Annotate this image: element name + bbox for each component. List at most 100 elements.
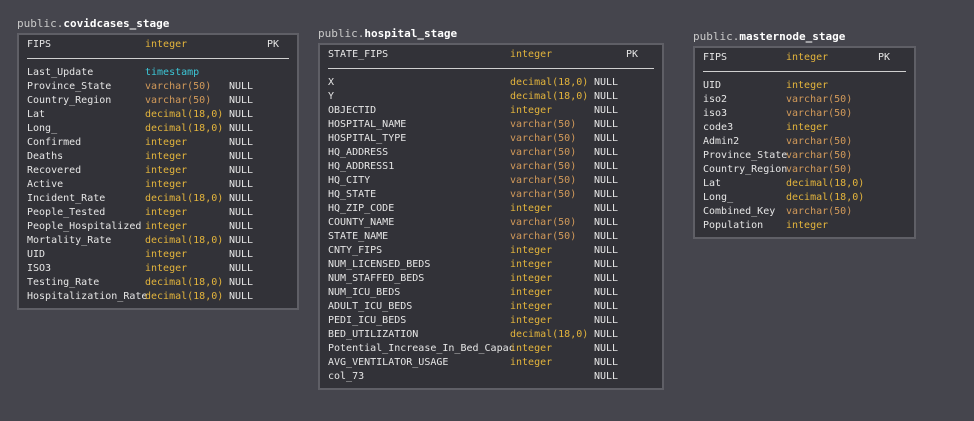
column-row[interactable]: Combined_Key varchar(50) [695, 205, 914, 219]
column-row[interactable]: Testing_Rate decimal(18,0) NULL [19, 276, 297, 290]
column-type: timestamp [145, 67, 200, 78]
table-title: public.masternode_stage [693, 30, 916, 44]
pk-flag: PK [878, 52, 891, 63]
column-row[interactable]: People_Hospitalized integer NULL [19, 220, 297, 234]
table-box[interactable]: FIPS integer PK UID integer iso2 varchar(50) is… [693, 46, 916, 239]
column-row[interactable]: Incident_Rate decimal(18,0) NULL [19, 192, 297, 206]
column-row[interactable]: AVG_VENTILATOR_USAGE integer NULL [320, 356, 662, 370]
column-row[interactable]: NUM_LICENSED_BEDS integer NULL [320, 258, 662, 272]
null-flag: NULL [594, 203, 619, 214]
column-row[interactable]: Long_ decimal(18,0) [695, 191, 914, 205]
column-row[interactable]: iso3 varchar(50) [695, 107, 914, 121]
column-row[interactable]: HQ_STATE varchar(50) NULL [320, 188, 662, 202]
column-row[interactable]: Country_Region varchar(50) [695, 163, 914, 177]
null-flag: NULL [594, 91, 619, 102]
column-row[interactable]: Province_State varchar(50) [695, 149, 914, 163]
column-row[interactable]: Last_Update timestamp [19, 66, 297, 80]
column-row[interactable]: iso2 varchar(50) [695, 93, 914, 107]
column-row[interactable]: ISO3 integer NULL [19, 262, 297, 276]
column-name: HQ_ADDRESS [328, 147, 389, 158]
column-type: decimal(18,0) [510, 91, 589, 102]
column-row[interactable]: HOSPITAL_TYPE varchar(50) NULL [320, 132, 662, 146]
column-name: Country_Region [703, 164, 788, 175]
column-row[interactable]: col_73 NULL [320, 370, 662, 384]
column-row[interactable]: Recovered integer NULL [19, 164, 297, 178]
column-row[interactable]: Ydecimal(18,0) NULL [320, 90, 662, 104]
column-name: People_Tested [27, 207, 106, 218]
column-name: COUNTY_NAME [328, 217, 395, 228]
column-name: Combined_Key [703, 206, 776, 217]
primary-key-row[interactable]: FIPS integer PK [695, 50, 914, 66]
column-type: integer [145, 165, 188, 176]
column-name: HQ_STATE [328, 189, 377, 200]
column-row[interactable]: HQ_ADDRESS varchar(50) NULL [320, 146, 662, 160]
column-row[interactable]: CNTY_FIPS integer NULL [320, 244, 662, 258]
column-row[interactable]: Lat decimal(18,0) NULL [19, 108, 297, 122]
column-row[interactable]: code3 integer [695, 121, 914, 135]
schema-label: public. [318, 27, 365, 40]
column-row[interactable]: STATE_NAME varchar(50) NULL [320, 230, 662, 244]
column-type: decimal(18,0) [145, 235, 224, 246]
column-row[interactable]: NUM_ICU_BEDS integer NULL [320, 286, 662, 300]
column-name: STATE_FIPS [328, 49, 389, 60]
table-box[interactable]: STATE_FIPS integer PK Xdecimal(18,0) NULL Yde… [318, 43, 664, 390]
column-row[interactable]: Lat decimal(18,0) [695, 177, 914, 191]
column-name: HQ_CITY [328, 175, 371, 186]
column-row[interactable]: Xdecimal(18,0) NULL [320, 76, 662, 90]
primary-key-row[interactable]: FIPS integer PK [19, 37, 297, 53]
primary-key-row[interactable]: STATE_FIPS integer PK [320, 47, 662, 63]
column-row[interactable]: COUNTY_NAME varchar(50) NULL [320, 216, 662, 230]
column-row[interactable]: Mortality_Rate decimal(18,0) NULL [19, 234, 297, 248]
column-row[interactable]: People_Tested integer NULL [19, 206, 297, 220]
column-row[interactable]: Potential_Increase_In_Bed_Capac integer NU… [320, 342, 662, 356]
column-name: Confirmed [27, 137, 82, 148]
column-row[interactable]: NUM_STAFFED_BEDS integer NULL [320, 272, 662, 286]
table-covidcases-stage[interactable]: public.covidcases_stage FIPS integer PK Las… [17, 17, 299, 310]
column-type: decimal(18,0) [145, 277, 224, 288]
column-row[interactable]: HQ_ADDRESS1 varchar(50) NULL [320, 160, 662, 174]
column-row[interactable]: Province_State varchar(50) NULL [19, 80, 297, 94]
pk-divider [703, 71, 906, 72]
column-row[interactable]: UID integer NULL [19, 248, 297, 262]
null-flag: NULL [229, 193, 254, 204]
null-flag: NULL [229, 95, 254, 106]
column-name: Potential_Increase_In_Bed_Capac [328, 343, 515, 354]
null-flag: NULL [594, 287, 619, 298]
column-row[interactable]: HQ_ZIP_CODE integer NULL [320, 202, 662, 216]
column-name: STATE_NAME [328, 231, 389, 242]
column-row[interactable]: Long_ decimal(18,0) NULL [19, 122, 297, 136]
column-row[interactable]: Hospitalization_Rate decimal(18,0) NULL [19, 290, 297, 304]
table-masternode-stage[interactable]: public.masternode_stage FIPS integer PK UID… [693, 30, 916, 239]
column-row[interactable]: Confirmed integer NULL [19, 136, 297, 150]
null-flag: NULL [229, 263, 254, 274]
column-row[interactable]: Active integer NULL [19, 178, 297, 192]
column-row[interactable]: HOSPITAL_NAME varchar(50) NULL [320, 118, 662, 132]
column-row[interactable]: Country_Region varchar(50) NULL [19, 94, 297, 108]
column-row[interactable]: PEDI_ICU_BEDS integer NULL [320, 314, 662, 328]
column-row[interactable]: Population integer [695, 219, 914, 233]
column-row[interactable]: Deaths integer NULL [19, 150, 297, 164]
column-name: Active [27, 179, 64, 190]
table-box[interactable]: FIPS integer PK Last_Update timestamp Provinc… [17, 33, 299, 310]
column-type: decimal(18,0) [145, 109, 224, 120]
column-type: decimal(18,0) [145, 291, 224, 302]
column-row[interactable]: BED_UTILIZATION decimal(18,0) NULL [320, 328, 662, 342]
column-name: Long_ [703, 192, 734, 203]
column-row[interactable]: ADULT_ICU_BEDS integer NULL [320, 300, 662, 314]
column-row[interactable]: Admin2 varchar(50) [695, 135, 914, 149]
column-row[interactable]: UID integer [695, 79, 914, 93]
pk-divider [27, 58, 289, 59]
column-type: integer [510, 203, 553, 214]
column-type: integer [510, 105, 553, 116]
column-row[interactable]: OBJECTID integer NULL [320, 104, 662, 118]
column-name: Y [328, 91, 335, 102]
column-name: FIPS [27, 39, 52, 50]
table-hospital-stage[interactable]: public.hospital_stage STATE_FIPS integer P… [318, 27, 664, 390]
column-type: integer [145, 151, 188, 162]
null-flag: NULL [594, 273, 619, 284]
column-name: X [328, 77, 335, 88]
table-title: public.hospital_stage [318, 27, 664, 41]
column-name: Incident_Rate [27, 193, 106, 204]
column-row[interactable]: HQ_CITY varchar(50) NULL [320, 174, 662, 188]
column-name: UID [703, 80, 722, 91]
